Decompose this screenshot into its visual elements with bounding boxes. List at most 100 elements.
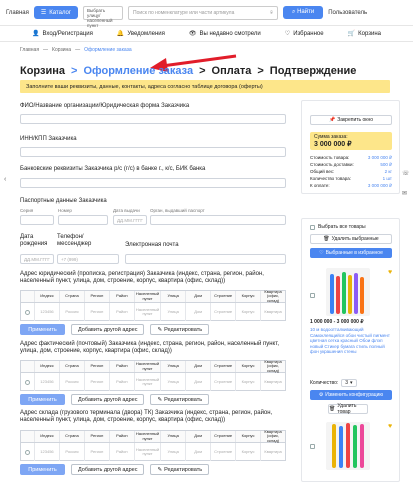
table-cell: 123456 xyxy=(35,303,60,321)
table-header-cell: Улица xyxy=(161,431,187,442)
summary-row-label: Стоимость доставки: xyxy=(310,162,354,167)
passport-issuer-field[interactable] xyxy=(150,215,286,225)
product-image-part xyxy=(339,426,343,468)
passport-number-field[interactable] xyxy=(58,215,108,225)
chat-icon[interactable]: ✉ xyxy=(402,190,407,197)
checkout-steps: Корзина > Оформление заказа > Оплата > П… xyxy=(20,65,356,77)
summary-row-value: 3 000 000 ₽ xyxy=(367,183,392,188)
row-radio[interactable] xyxy=(21,303,35,321)
row-radio[interactable] xyxy=(21,443,35,461)
pin-window-button[interactable]: 📌 Закрепить окно xyxy=(310,115,392,125)
breadcrumb-home[interactable]: Главная xyxy=(20,47,39,53)
apply-button[interactable]: Применить xyxy=(20,324,65,335)
table-cell: Район xyxy=(110,443,135,461)
apply-button[interactable]: Применить xyxy=(20,464,65,475)
user-link[interactable]: Пользователь xyxy=(328,10,367,16)
product-image[interactable] xyxy=(326,268,370,316)
nav-recent[interactable]: 👁 Вы недавно смотрели xyxy=(189,30,261,38)
select-all-checkbox[interactable]: Выбрать все товары xyxy=(310,224,366,230)
nav-cart[interactable]: 🛒 Корзина xyxy=(348,30,381,38)
passport-series-label: Серия xyxy=(20,208,34,213)
table-header-cell: Регион xyxy=(85,291,110,302)
delete-product-button[interactable]: 🗑 Удалить товар xyxy=(328,403,368,415)
nav-login[interactable]: 👤 Вход/Регистрация xyxy=(32,30,93,38)
address-selector[interactable]: Выбрать улицу/населенный пункт xyxy=(83,5,124,28)
step-confirmation[interactable]: Подтверждение xyxy=(270,65,357,77)
delete-selected-button[interactable]: 🗑 Удалить выбранные xyxy=(310,234,392,244)
org-field[interactable] xyxy=(20,114,286,124)
table-header-check xyxy=(21,431,35,442)
inn-label: ИНН/КПП Заказчика xyxy=(20,136,77,142)
nav-notifications[interactable]: 🔔 Уведомления xyxy=(116,30,165,38)
favorite-heart-icon[interactable]: ♥ xyxy=(388,423,392,430)
phone-field[interactable]: +7 (999) xyxy=(57,254,119,264)
add-address-button[interactable]: Добавить другой адрес xyxy=(71,464,145,475)
nav-favorites[interactable]: ♡ Избранное xyxy=(284,30,324,38)
product-title[interactable]: 10 м водоотталкивающий Самоклеящийся обо… xyxy=(310,327,394,355)
product-checkbox[interactable] xyxy=(310,444,315,449)
product-image-part xyxy=(348,275,352,314)
camera-icon[interactable]: ⌾ xyxy=(270,10,273,16)
passport-date-field[interactable]: ДД.ММ.ГГГГ xyxy=(113,215,147,225)
breadcrumb-sep: — xyxy=(75,47,81,53)
birth-label: Дата рождения xyxy=(20,234,48,247)
to-favorites-button[interactable]: ♡ Выбранные в избранное xyxy=(310,248,392,258)
bank-field[interactable] xyxy=(20,178,286,188)
table-header-cell: Индекс xyxy=(35,361,60,372)
summary-row: Общий вес: 2 кг xyxy=(310,169,392,174)
bank-label: Банковские реквизиты Заказчика р/с (г/с)… xyxy=(20,166,206,172)
phone-icon[interactable]: ☏ xyxy=(402,170,410,177)
apply-button[interactable]: Применить xyxy=(20,394,65,405)
scroll-left-icon[interactable]: ‹ xyxy=(4,176,6,183)
email-field[interactable] xyxy=(125,254,286,264)
gear-icon: ⚙ xyxy=(318,392,324,398)
search-input[interactable]: Поиск по номенклатуре или части артикула… xyxy=(128,5,279,20)
table-row[interactable]: 123456 Россия Регион Район Населенный пу… xyxy=(21,443,285,461)
table-header-cell: Страна xyxy=(60,361,85,372)
favorite-heart-icon[interactable]: ♥ xyxy=(388,269,392,276)
edit-button[interactable]: ✎ Редактировать xyxy=(150,464,210,475)
summary-row-value: 500 ₽ xyxy=(380,162,392,167)
add-address-button[interactable]: Добавить другой адрес xyxy=(71,394,145,405)
table-header: Индекс Страна Регион Район Населенный пу… xyxy=(21,358,285,373)
table-cell: Россия xyxy=(60,303,85,321)
product-image[interactable] xyxy=(326,422,370,470)
table-cell: Населенный пункт xyxy=(135,443,162,461)
add-address-button[interactable]: Добавить другой адрес xyxy=(71,324,145,335)
trash-icon: 🗑 xyxy=(323,236,330,242)
bell-icon: 🔔 xyxy=(116,31,125,37)
pin-icon: 📌 xyxy=(328,117,336,123)
find-button[interactable]: ⌕ Найти xyxy=(283,6,324,19)
row-radio[interactable] xyxy=(21,373,35,391)
breadcrumb-cart[interactable]: Корзина xyxy=(52,47,71,53)
catalog-label: Каталог xyxy=(49,9,72,16)
catalog-button[interactable]: ☰ Каталог xyxy=(33,6,79,19)
heart-icon: ♡ xyxy=(284,31,291,37)
table-row[interactable]: 123456 Россия Регион Район Населенный пу… xyxy=(21,373,285,391)
order-summary: 📌 Закрепить окно Сумма заказа: 3 000 000 … xyxy=(301,100,400,194)
notice-banner: Заполните ваши реквизиты, данные, контак… xyxy=(20,80,390,93)
table-cell: Регион xyxy=(85,303,110,321)
step-checkout: Оформление заказа xyxy=(83,65,194,77)
table-header-cell: Район xyxy=(110,361,135,372)
order-total-value: 3 000 000 ₽ xyxy=(314,141,352,148)
summary-row-value: 1 шт xyxy=(382,176,392,181)
edit-button[interactable]: ✎ Редактировать xyxy=(150,394,210,405)
quantity-select[interactable]: 3 ▾ xyxy=(341,379,357,387)
table-header-cell: Квартира (офис, склад) xyxy=(264,358,282,373)
home-link[interactable]: Главная xyxy=(6,10,29,16)
change-config-button[interactable]: ⚙ Изменить конфигурацию xyxy=(310,390,392,400)
passport-series-field[interactable] xyxy=(20,215,54,225)
birth-field[interactable]: ДД.ММ.ГГГГ xyxy=(20,254,54,264)
product-image-part xyxy=(342,272,346,314)
product-image-part xyxy=(360,277,364,314)
step-cart[interactable]: Корзина xyxy=(20,65,65,77)
step-payment[interactable]: Оплата xyxy=(212,65,252,77)
inn-field[interactable] xyxy=(20,147,286,157)
to-favorites-label: Выбранные в избранное xyxy=(325,250,383,256)
product-checkbox[interactable] xyxy=(310,293,315,298)
edit-button[interactable]: ✎ Редактировать xyxy=(150,324,210,335)
table-header-cell: Населенный пункт xyxy=(135,431,162,442)
table-row[interactable]: 123456 Россия Регион Район Населенный пу… xyxy=(21,303,285,321)
radio-icon xyxy=(25,449,30,455)
